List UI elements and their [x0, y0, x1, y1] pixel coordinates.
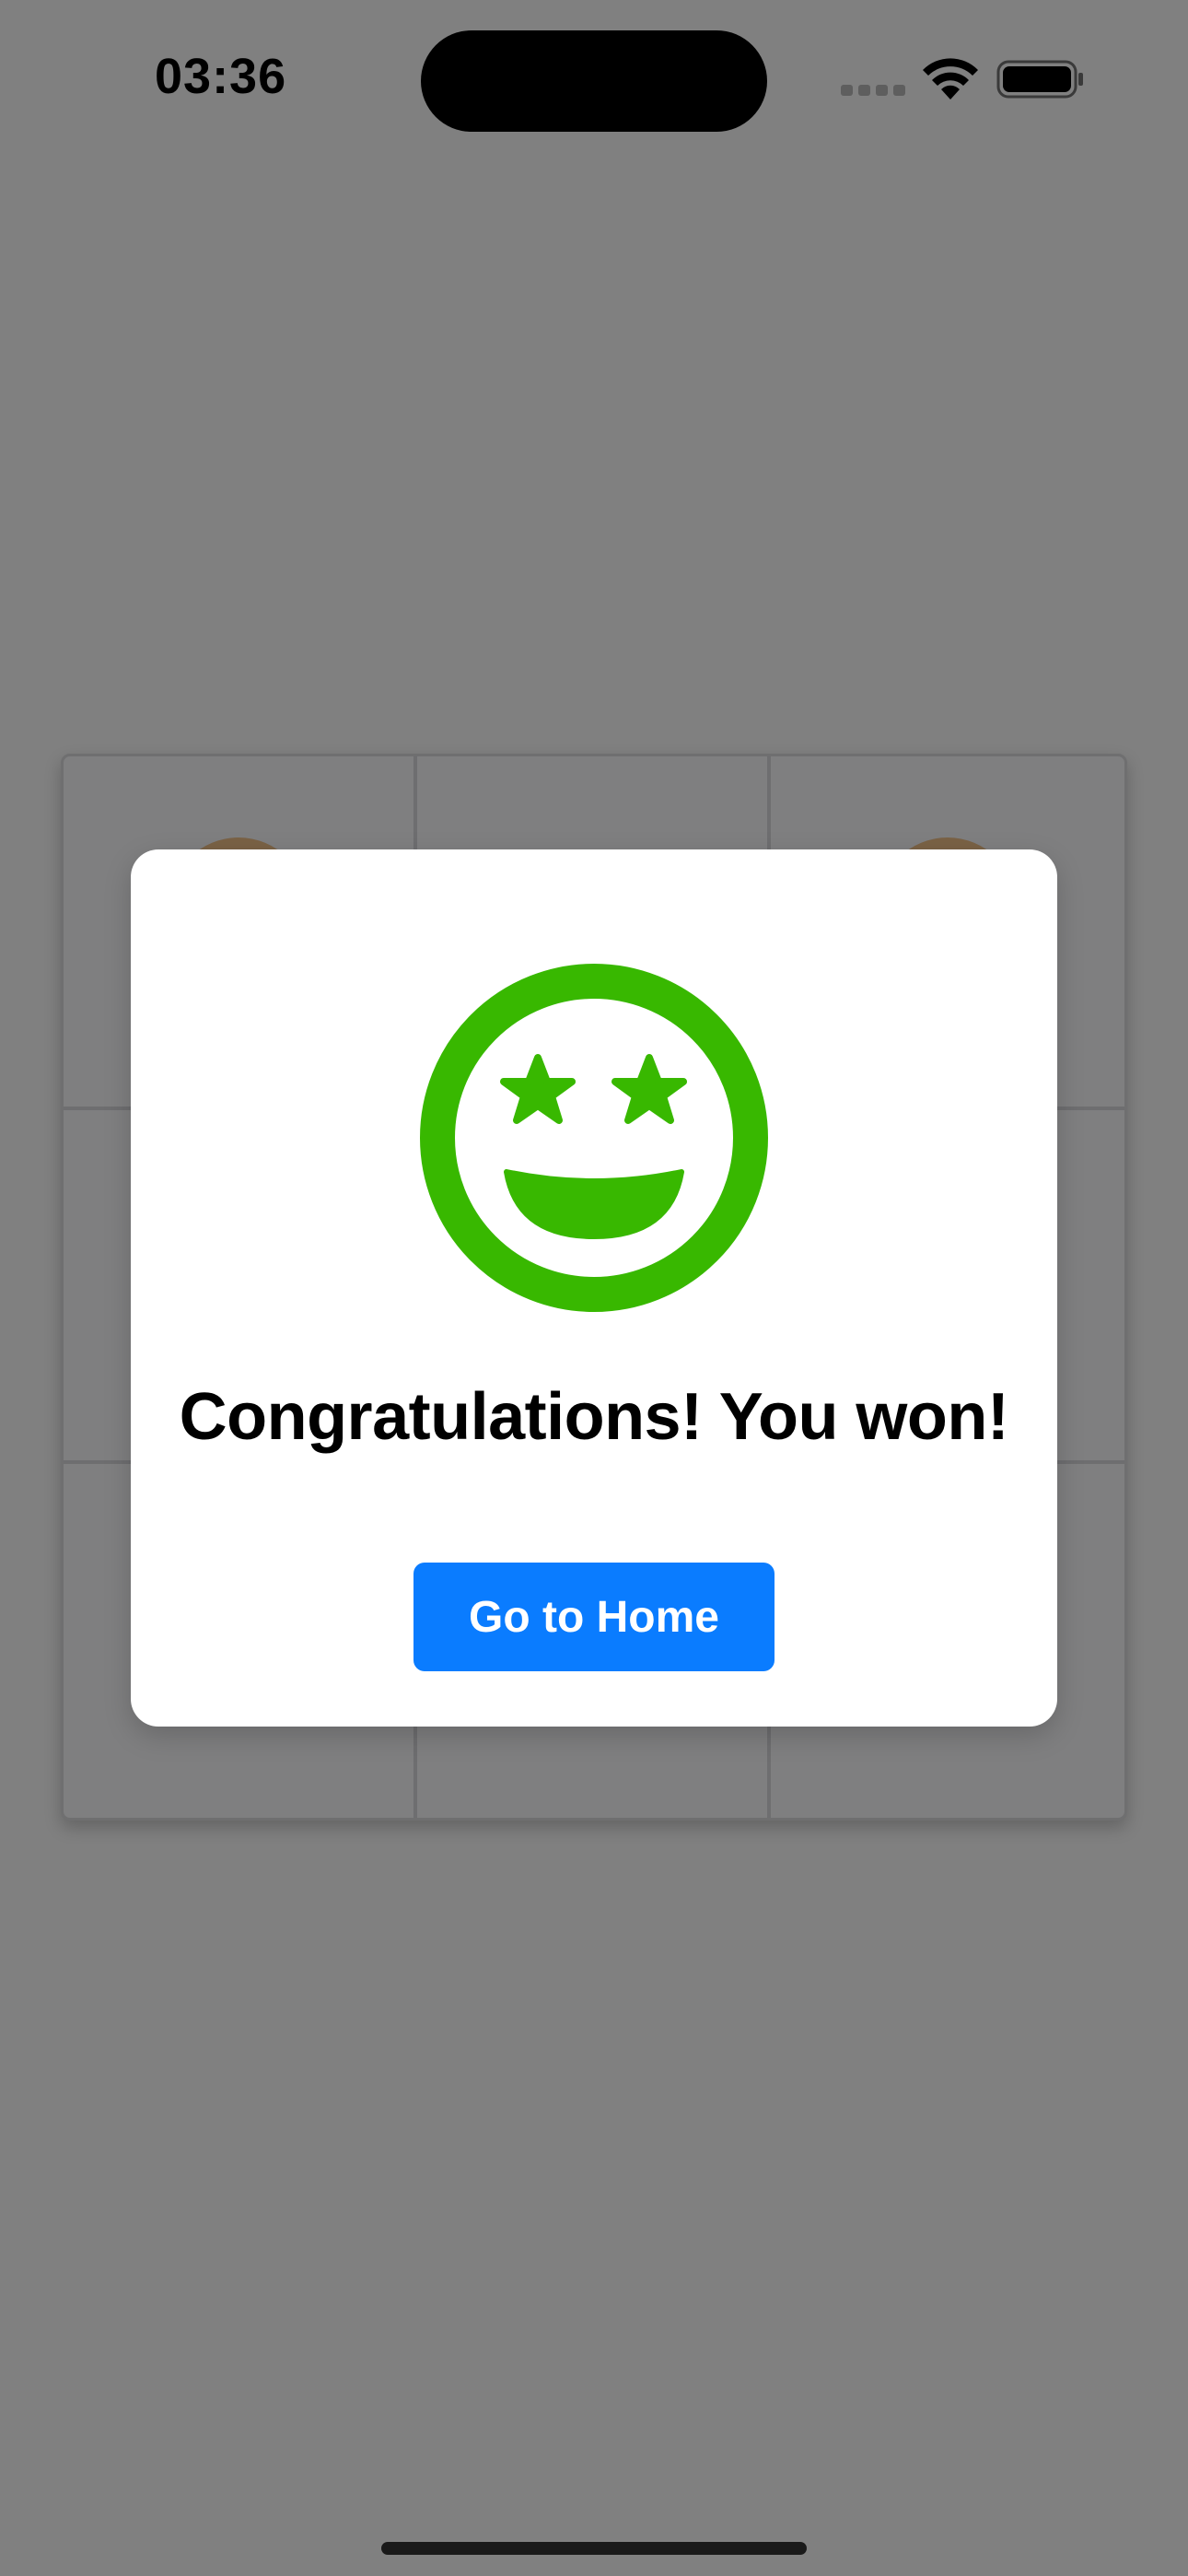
go-to-home-button[interactable]: Go to Home — [413, 1563, 775, 1671]
status-time: 03:36 — [155, 49, 287, 104]
win-message: Congratulations! You won! — [179, 1380, 1009, 1454]
status-bar: 03:36 — [0, 0, 1188, 157]
win-dialog: Congratulations! You won! Go to Home — [131, 849, 1057, 1727]
dynamic-island — [421, 30, 767, 132]
cellular-signal-icon — [841, 85, 905, 98]
home-indicator[interactable] — [381, 2542, 807, 2555]
battery-icon — [996, 60, 1083, 99]
star-struck-smiley-icon — [420, 964, 768, 1312]
wifi-icon — [923, 58, 978, 100]
game-screen: 03:36 Congratulations! You won! Go to Ho… — [0, 0, 1188, 2576]
